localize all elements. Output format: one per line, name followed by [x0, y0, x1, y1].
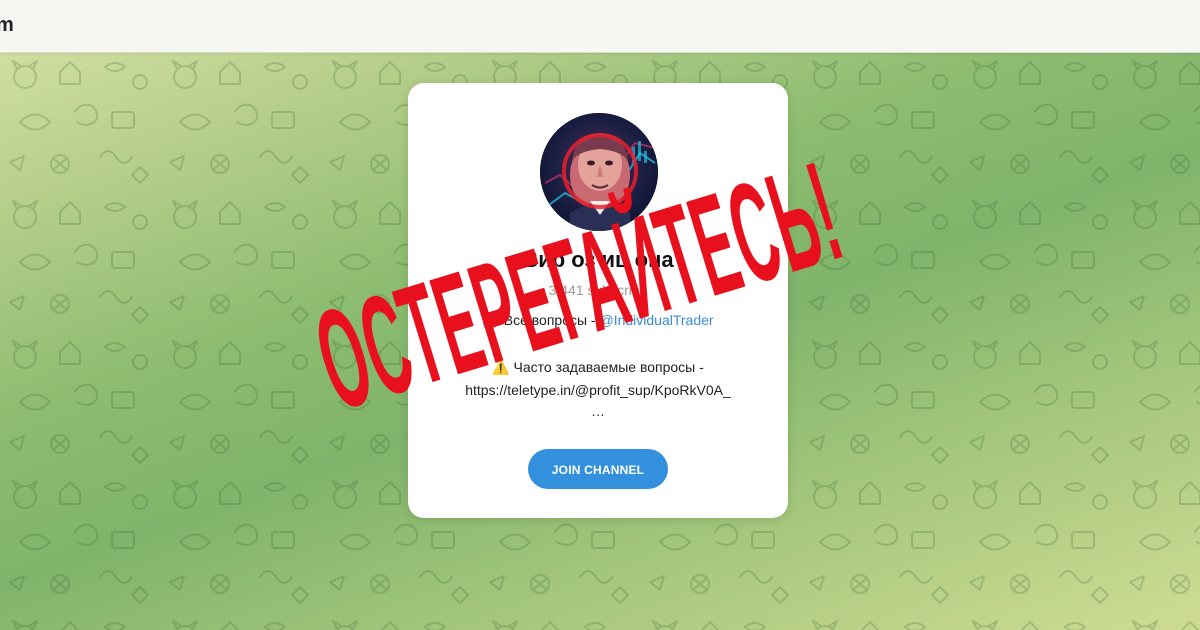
channel-title: Вир оз иц она [522, 247, 674, 272]
description-line-faq: ⚠️ Часто задаваемые вопросы - [408, 359, 788, 376]
description-prefix: Все вопросы - [503, 312, 600, 328]
warning-icon: ⚠️ [492, 359, 510, 375]
portrait-image [540, 113, 658, 231]
page: m Вир оз иц она 3 441 subscribe 📝 Все во… [0, 0, 1200, 630]
description-ellipsis: … [591, 403, 605, 419]
description-faq-url: https://teletype.in/@profit_sup/KpoRkV0A… [465, 382, 731, 398]
description-line-contact: 📝 Все вопросы - @IndividualTrader [408, 312, 788, 329]
channel-card: Вир оз иц она 3 441 subscribe 📝 Все вопр… [408, 83, 788, 518]
site-logo-text[interactable]: m [0, 14, 14, 37]
contact-link[interactable]: @IndividualTrader [600, 312, 714, 328]
channel-avatar [540, 113, 658, 231]
top-bar: m [0, 0, 1200, 53]
memo-icon: 📝 [482, 312, 500, 328]
subscriber-count: 3 441 subscribe [548, 282, 648, 298]
join-channel-button[interactable]: JOIN CHANNEL [528, 449, 668, 489]
faq-text: Часто задаваемые вопросы - [513, 359, 704, 375]
